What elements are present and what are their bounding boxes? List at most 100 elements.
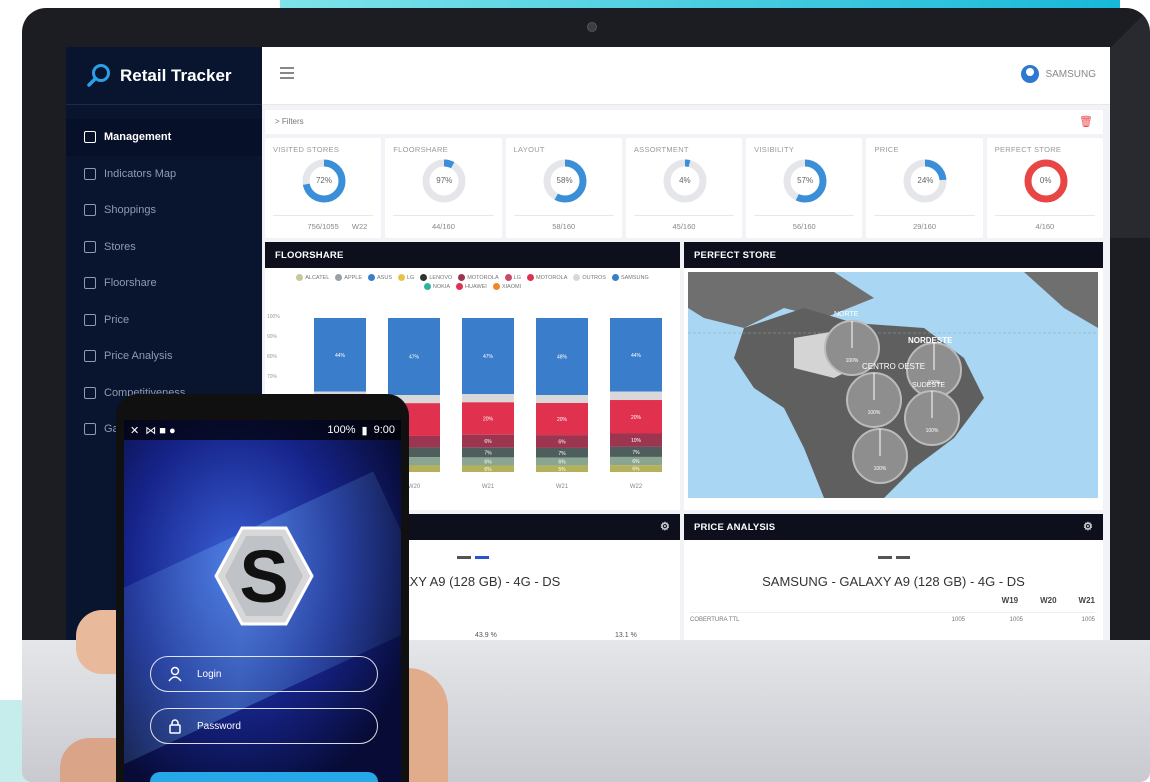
login-field[interactable]: Login (150, 656, 378, 692)
kpi-count: 4/160 (1035, 222, 1055, 231)
bar-segment-outros[interactable] (536, 395, 588, 404)
sidebar-item-price-analysis[interactable]: Price Analysis (66, 338, 262, 375)
week-header: W21 (1078, 596, 1095, 605)
kpi-card[interactable]: ASSORTMENT 4% 45/160 (625, 138, 743, 238)
kpi-footer: 44/160 (393, 222, 493, 231)
legend-swatch (423, 283, 431, 290)
week-headers: W19 W20 W21 (1002, 596, 1095, 605)
kpi-card[interactable]: LAYOUT 58% 58/160 (505, 138, 622, 238)
kpi-card[interactable]: PERFECT STORE 0% 4/160 (986, 138, 1103, 238)
sidebar-item-stores[interactable]: Stores (66, 229, 262, 266)
y-tick-label: 80% (267, 354, 278, 360)
legend-item[interactable]: OUTROS (573, 274, 606, 281)
kpi-divider (393, 215, 494, 216)
legend-item[interactable]: MOTOROLA (458, 274, 499, 281)
legend-swatch (573, 274, 581, 281)
sidebar-item-price[interactable]: Price (66, 302, 262, 339)
data-label: 44% (335, 353, 346, 359)
region-bubble[interactable]: 100% (904, 390, 960, 446)
legend-item[interactable]: APPLE (335, 274, 362, 281)
close-icon: ✕ (130, 424, 140, 437)
panel-title: FLOORSHARE (265, 242, 680, 268)
table-row: COBERTURA TTL 1005 1005 1005 (690, 612, 1095, 623)
gear-icon[interactable]: ⚙ (1083, 520, 1093, 533)
bubble-label: 100% (868, 410, 881, 416)
trash-icon[interactable]: 🗑 (1079, 115, 1093, 128)
kpi-card[interactable]: VISIBILITY 57% 56/160 (746, 138, 863, 238)
user-menu[interactable]: SAMSUNG (1021, 65, 1096, 83)
samsung-s-logo: S (214, 526, 314, 626)
region-label: NORTE (834, 311, 859, 318)
kpi-footer: 4/160 (995, 222, 1095, 231)
sidebar-item-management[interactable]: Management (66, 119, 262, 156)
legend-item[interactable]: XIAOMI (492, 283, 521, 290)
kpi-value: 97% (436, 176, 453, 185)
nav-icon (84, 240, 96, 253)
sidebar-item-indicators-map[interactable]: Indicators Map (66, 156, 262, 193)
bubble-label: 100% (874, 466, 887, 472)
region-label: NORDESTE (908, 336, 953, 345)
region-bubble[interactable]: 100% (852, 428, 908, 484)
region-bubble[interactable]: 100% (846, 372, 902, 428)
legend-item[interactable]: LENOVO (420, 274, 452, 281)
legend-label: LENOVO (429, 274, 453, 281)
kpi-card[interactable]: PRICE 24% 29/160 (866, 138, 983, 238)
legend-label: OUTROS (582, 274, 606, 281)
bar-segment-outros[interactable] (610, 391, 662, 401)
legend-label: LG (513, 274, 522, 281)
kpi-card[interactable]: VISITED STORES 72% 756/1055 W22 (265, 138, 382, 238)
kpi-value: 57% (797, 176, 814, 185)
x-tick-label: W21 (482, 484, 495, 490)
hamburger-menu-icon[interactable] (280, 67, 294, 81)
kpi-value: 58% (556, 176, 573, 185)
legend-item[interactable]: LG (504, 274, 522, 281)
legend-item[interactable]: LG (398, 274, 414, 281)
row-value: 1005 (951, 617, 965, 623)
carousel-dots[interactable] (684, 540, 1103, 564)
perfect-store-map[interactable]: 100%100%100%100%100% NORDESTE CENTRO OES… (684, 268, 1103, 502)
bar-segment-outros[interactable] (462, 394, 514, 403)
legend-item[interactable]: NOKIA (423, 283, 450, 290)
filter-bar[interactable]: > Filters 🗑 (265, 110, 1103, 134)
metric-value: 43.9 % (475, 632, 497, 639)
kpi-value: 24% (917, 176, 934, 185)
kpi-card[interactable]: FLOORSHARE 97% 44/160 (385, 138, 502, 238)
battery-icon: ▮ (361, 424, 368, 437)
password-field[interactable]: Password (150, 708, 378, 744)
week-header: W20 (1040, 596, 1057, 605)
data-label: 7% (558, 451, 566, 457)
gear-icon[interactable]: ⚙ (660, 520, 670, 533)
legend-item[interactable]: SAMSUNG (611, 274, 649, 281)
nav-icon (84, 131, 96, 144)
data-label: 20% (483, 417, 494, 423)
sidebar-item-label: Management (104, 131, 172, 144)
filter-toggle[interactable]: > Filters (275, 117, 304, 126)
user-avatar-icon (1021, 65, 1040, 83)
data-label: 6% (632, 467, 640, 473)
legend-label: APPLE (344, 274, 363, 281)
bubble-label: 100% (846, 358, 859, 364)
kpi-footer: 29/160 (874, 222, 974, 231)
legend-swatch (368, 274, 376, 281)
legend-item[interactable]: ALCATEL (296, 274, 329, 281)
kpi-title: PERFECT STORE (994, 145, 1062, 154)
sidebar-item-floorshare[interactable]: Floorshare (66, 265, 262, 302)
legend-swatch (492, 283, 500, 290)
legend-label: MOTOROLA (467, 274, 499, 281)
legend-item[interactable]: ASUS (368, 274, 392, 281)
legend-item[interactable]: HUAWEI (456, 283, 487, 290)
chart-legend: ALCATEL APPLE ASUS LG LENOVO MOTOROLA LG MOTORO… (265, 268, 680, 290)
legend-swatch (611, 274, 619, 281)
legend-swatch (335, 274, 343, 281)
kpi-footer: 45/160 (634, 222, 734, 231)
panel-title-text: PRICE ANALYSIS (694, 522, 776, 533)
row-label: COBERTURA TTL (690, 617, 740, 623)
data-label: 7% (632, 450, 640, 456)
brand[interactable]: Retail Tracker (66, 47, 262, 105)
sidebar-item-shoppings[interactable]: Shoppings (66, 192, 262, 229)
kpi-title: ASSORTMENT (633, 145, 689, 154)
login-placeholder: Login (197, 668, 222, 680)
legend-label: ALCATEL (305, 274, 330, 281)
login-button[interactable] (150, 772, 378, 782)
legend-item[interactable]: MOTOROLA (527, 274, 567, 281)
